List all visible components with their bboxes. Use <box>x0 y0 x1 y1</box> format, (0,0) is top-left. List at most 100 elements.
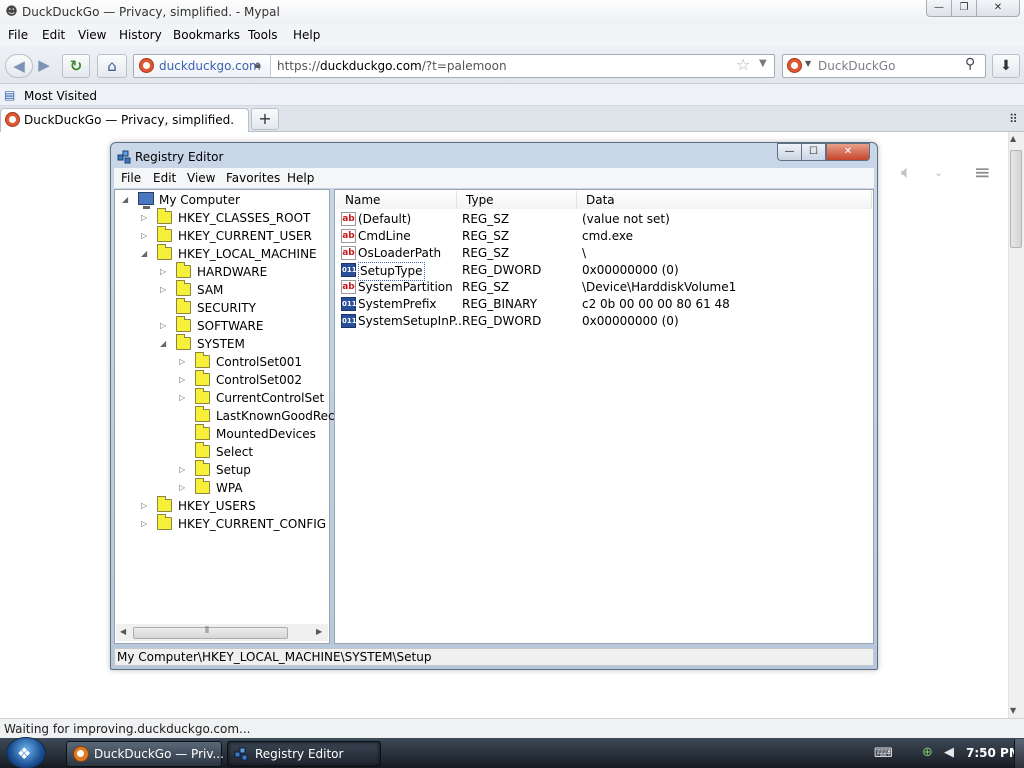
scroll-right-icon[interactable]: ▶ <box>316 627 322 636</box>
tree-expand-icon[interactable]: ▷ <box>160 263 166 281</box>
registry-editor-title: Registry Editor <box>135 150 224 164</box>
column-header-data[interactable]: Data <box>577 191 872 209</box>
regedit-status-path: My Computer\HKEY_LOCAL_MACHINE\SYSTEM\Se… <box>117 650 432 664</box>
regedit-menu-edit[interactable]: Edit <box>153 171 176 185</box>
tree-expand-icon[interactable]: ▷ <box>179 461 185 479</box>
search-engine-dropdown-icon[interactable]: ▼ <box>805 59 811 68</box>
registry-value-row[interactable]: ab OsLoaderPath REG_SZ \ <box>336 245 870 262</box>
bookmark-star-icon[interactable]: ☆ <box>736 55 750 74</box>
tree-expand-icon[interactable]: ▷ <box>179 371 185 389</box>
tree-node-label: MountedDevices <box>216 427 316 441</box>
tree-expand-icon[interactable]: ▷ <box>141 497 147 515</box>
menu-tools[interactable]: Tools <box>248 28 278 42</box>
regedit-maximize-button[interactable]: ☐ <box>801 143 826 161</box>
tree-expand-icon[interactable]: ▷ <box>141 209 147 227</box>
regedit-icon <box>117 150 131 164</box>
value-name: SystemPrefix <box>358 297 437 311</box>
forward-button[interactable]: ▶ <box>33 54 55 78</box>
tree-expand-icon[interactable]: ▷ <box>160 281 166 299</box>
binary-value-icon: 011 <box>341 297 357 311</box>
tree-node-label: ControlSet001 <box>216 355 302 369</box>
url-path: /?t=palemoon <box>421 59 507 73</box>
value-type: REG_SZ <box>462 229 510 243</box>
back-button[interactable]: ◀ <box>5 54 33 78</box>
tab-label: DuckDuckGo — Privacy, simplified. <box>24 113 235 127</box>
registry-value-row[interactable]: 011 SystemPrefix REG_BINARY c2 0b 00 00 00 … <box>336 296 870 313</box>
minimize-button[interactable]: — <box>926 0 952 17</box>
regedit-minimize-button[interactable]: — <box>777 143 802 161</box>
tree-expand-icon[interactable]: ▷ <box>141 227 147 245</box>
tree-collapse-icon[interactable]: ◢ <box>122 191 128 209</box>
folder-icon <box>195 388 210 404</box>
tree-scroll-thumb[interactable] <box>133 627 288 639</box>
tree-expand-icon[interactable]: ▷ <box>179 389 185 407</box>
scroll-down-icon[interactable]: ▼ <box>1010 706 1016 715</box>
network-icon[interactable]: ⊕ <box>922 745 933 760</box>
keyboard-icon[interactable]: ⌨ <box>874 746 893 761</box>
column-header-type[interactable]: Type <box>457 191 577 209</box>
regedit-menu-help[interactable]: Help <box>287 171 314 185</box>
regedit-menu-favorites[interactable]: Favorites <box>226 171 280 185</box>
tree-node-label: HKEY_LOCAL_MACHINE <box>178 247 317 261</box>
value-data: (value not set) <box>582 212 670 226</box>
string-value-icon: ab <box>341 212 356 226</box>
menu-help[interactable]: Help <box>293 28 320 42</box>
search-input[interactable]: DuckDuckGo <box>818 59 895 73</box>
chevron-down-icon[interactable]: ⌄ <box>934 166 943 179</box>
value-data: cmd.exe <box>582 229 634 243</box>
search-engine-icon[interactable] <box>787 58 802 73</box>
registry-value-row[interactable]: ab (Default) REG_SZ (value not set) <box>336 211 870 228</box>
tab-list-icon[interactable]: ⠿ <box>1009 112 1018 126</box>
new-tab-button[interactable]: + <box>251 108 279 130</box>
folder-icon <box>195 424 210 440</box>
mypal-icon: ☻ <box>5 4 18 18</box>
registry-value-row[interactable]: ab SystemPartition REG_SZ \Device\HarddiskV… <box>336 279 870 296</box>
registry-value-row[interactable]: 011 SystemSetupInP... REG_DWORD 0x00000000 … <box>336 313 870 330</box>
value-name: OsLoaderPath <box>358 246 442 260</box>
reload-button[interactable]: ↻ <box>62 54 90 78</box>
tree-node-label: HKEY_CURRENT_CONFIG <box>178 517 327 531</box>
regedit-menu-view[interactable]: View <box>187 171 215 185</box>
regedit-close-button[interactable]: ✕ <box>826 143 870 161</box>
tree-collapse-icon[interactable]: ◢ <box>160 335 166 353</box>
url-input[interactable]: https://duckduckgo.com/?t=palemoon <box>277 59 507 73</box>
speaker-icon[interactable]: 🔈︎ <box>901 162 912 183</box>
taskbar-item-label: DuckDuckGo — Priv... <box>94 747 224 761</box>
tree-collapse-icon[interactable]: ◢ <box>141 245 147 263</box>
value-type: REG_DWORD <box>462 263 542 277</box>
hamburger-menu-icon[interactable]: ≡ <box>974 160 991 184</box>
downloads-button[interactable]: ⬇ <box>992 54 1020 78</box>
tree-node-label: SECURITY <box>197 301 256 315</box>
bookmark-most-visited[interactable]: Most Visited <box>24 89 97 103</box>
column-header-name[interactable]: Name <box>336 191 457 209</box>
tab-favicon-icon <box>5 112 20 127</box>
show-desktop-button[interactable] <box>1014 739 1024 768</box>
restore-button[interactable]: ❐ <box>951 0 977 17</box>
search-icon[interactable]: ⚲ <box>965 56 975 72</box>
close-button[interactable]: ✕ <box>976 0 1020 17</box>
menu-edit[interactable]: Edit <box>42 28 65 42</box>
scroll-up-icon[interactable]: ▲ <box>1010 134 1016 143</box>
registry-value-row[interactable]: 011 SetupType REG_DWORD 0x00000000 (0) <box>336 262 870 281</box>
url-dropdown-icon[interactable]: ▼ <box>759 58 767 69</box>
menu-file[interactable]: File <box>8 28 28 42</box>
scroll-thumb[interactable] <box>1010 150 1022 248</box>
registry-value-row[interactable]: ab CmdLine REG_SZ cmd.exe <box>336 228 870 245</box>
system-clock[interactable]: 7:50 PM <box>966 746 1021 760</box>
site-identity-label: duckduckgo.com <box>159 59 261 73</box>
tree-expand-icon[interactable]: ▷ <box>141 515 147 533</box>
menu-history[interactable]: History <box>119 28 162 42</box>
home-button[interactable]: ⌂ <box>97 54 127 78</box>
menu-view[interactable]: View <box>78 28 106 42</box>
scroll-left-icon[interactable]: ◀ <box>120 627 126 636</box>
scroll-grip-icon: ⦀ <box>205 626 209 636</box>
tree-node-label: CurrentControlSet <box>216 391 325 405</box>
volume-icon[interactable]: ◀︎ <box>944 745 954 760</box>
tree-expand-icon[interactable]: ▷ <box>179 479 185 497</box>
menu-bookmarks[interactable]: Bookmarks <box>173 28 240 42</box>
mypal-icon <box>73 746 89 762</box>
tree-expand-icon[interactable]: ▷ <box>179 353 185 371</box>
tree-expand-icon[interactable]: ▷ <box>160 317 166 335</box>
url-host: duckduckgo.com <box>320 59 422 73</box>
regedit-menu-file[interactable]: File <box>121 171 141 185</box>
